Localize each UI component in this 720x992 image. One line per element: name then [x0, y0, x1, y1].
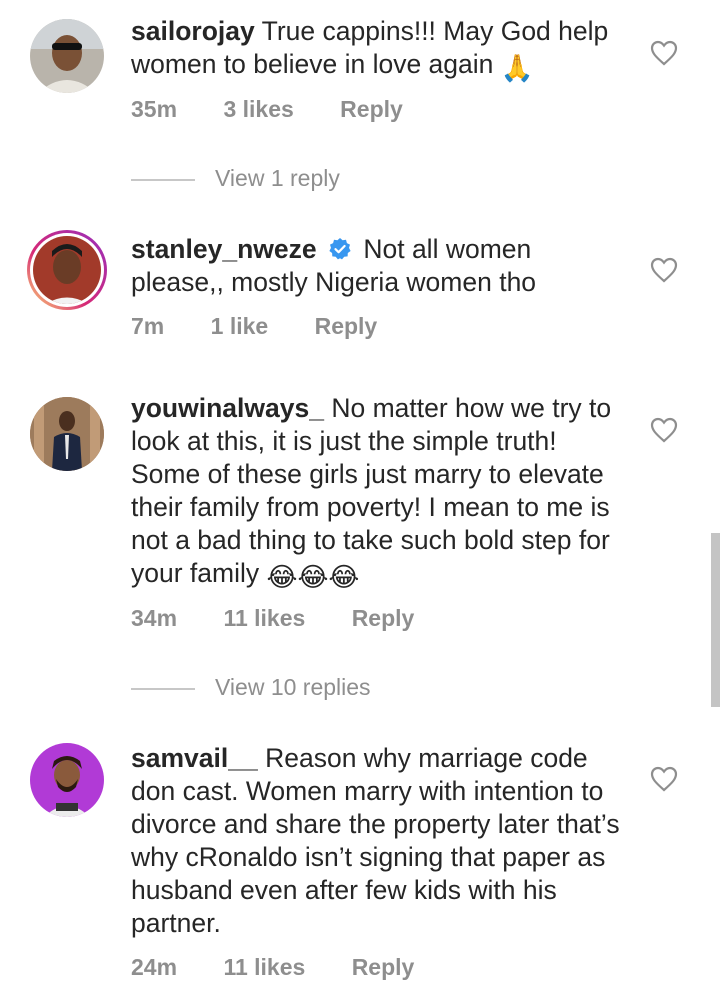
comment-time: 35m	[131, 96, 178, 122]
reply-button[interactable]: Reply	[340, 96, 403, 123]
comment-text: youwinalways_ No matter how we try to lo…	[131, 392, 631, 594]
scrollbar[interactable]	[711, 533, 720, 707]
comment-meta: 24m 11 likes Reply	[131, 954, 414, 981]
reply-button[interactable]: Reply	[315, 313, 378, 340]
view-replies-button[interactable]: View 1 reply	[131, 165, 340, 192]
divider-line	[131, 178, 195, 181]
like-heart-icon[interactable]	[650, 257, 678, 283]
comment-meta: 34m 11 likes Reply	[131, 605, 414, 632]
comment-text: sailorojay True cappins!!! May God help …	[131, 15, 631, 85]
comment-username[interactable]: youwinalways_	[131, 393, 324, 423]
comment-time: 7m	[131, 313, 165, 339]
view-replies-label: View 1 reply	[215, 165, 340, 191]
divider-line	[131, 687, 195, 690]
comment-time: 34m	[131, 605, 178, 631]
comment-text: samvail__ Reason why marriage code don c…	[131, 742, 631, 940]
comment-username[interactable]: sailorojay	[131, 16, 255, 46]
comment-username[interactable]: samvail__	[131, 743, 258, 773]
comment-likes[interactable]: 3 likes	[223, 96, 293, 123]
comment-time: 24m	[131, 954, 178, 980]
laughing-emoji: 😂😂😂	[266, 562, 360, 592]
like-heart-icon[interactable]	[650, 417, 678, 443]
comment-username[interactable]: stanley_nweze	[131, 234, 317, 264]
verified-badge-icon	[329, 238, 351, 260]
like-heart-icon[interactable]	[650, 40, 678, 66]
view-replies-button[interactable]: View 10 replies	[131, 674, 371, 701]
like-heart-icon[interactable]	[650, 766, 678, 792]
pray-emoji: 🙏	[500, 53, 534, 83]
avatar[interactable]	[26, 229, 108, 311]
comment-meta: 7m 1 like Reply	[131, 313, 377, 340]
view-replies-label: View 10 replies	[215, 674, 371, 700]
comment-likes[interactable]: 11 likes	[223, 605, 305, 632]
comment-likes[interactable]: 11 likes	[223, 954, 305, 981]
comment-meta: 35m 3 likes Reply	[131, 96, 403, 123]
comment-text: stanley_nweze Not all women please,, mos…	[131, 233, 631, 299]
comment-likes[interactable]: 1 like	[211, 313, 269, 340]
reply-button[interactable]: Reply	[352, 954, 415, 981]
avatar[interactable]	[30, 743, 104, 817]
avatar[interactable]	[30, 397, 104, 471]
reply-button[interactable]: Reply	[352, 605, 415, 632]
avatar[interactable]	[30, 19, 104, 93]
